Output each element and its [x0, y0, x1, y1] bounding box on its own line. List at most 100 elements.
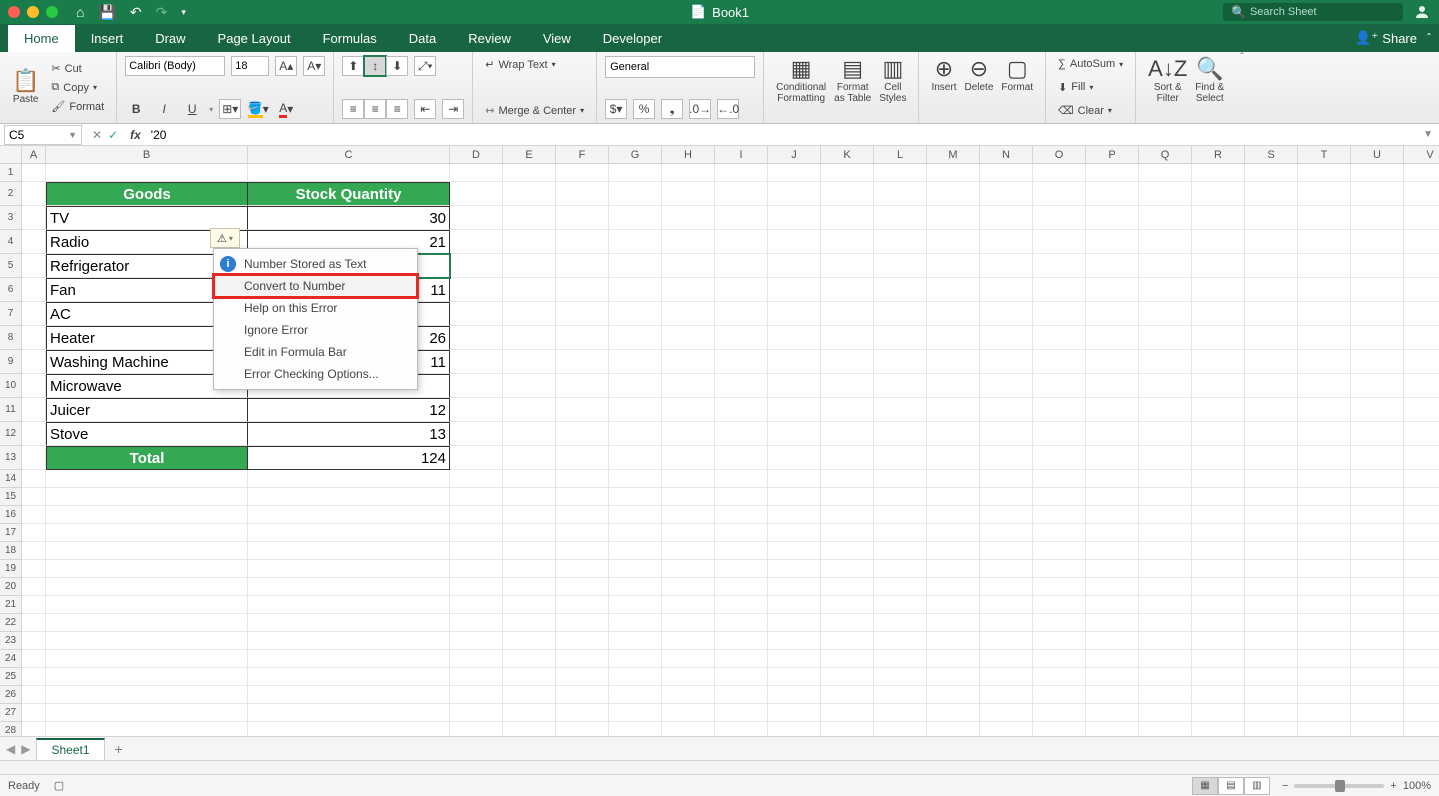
cell-T12[interactable] — [1298, 422, 1351, 446]
cell-C16[interactable] — [248, 506, 450, 524]
row-header-27[interactable]: 27 — [0, 704, 22, 722]
format-painter-button[interactable]: 🖌Format — [47, 98, 108, 115]
cell-B18[interactable] — [46, 542, 248, 560]
cell-D8[interactable] — [450, 326, 503, 350]
cell-O15[interactable] — [1033, 488, 1086, 506]
cell-J7[interactable] — [768, 302, 821, 326]
cell-B24[interactable] — [46, 650, 248, 668]
cell-V8[interactable] — [1404, 326, 1439, 350]
cell-G13[interactable] — [609, 446, 662, 470]
sheet-prev-icon[interactable]: ◀ — [6, 742, 15, 756]
cell-U15[interactable] — [1351, 488, 1404, 506]
cell-K25[interactable] — [821, 668, 874, 686]
cell-A4[interactable] — [22, 230, 46, 254]
col-header-M[interactable]: M — [927, 146, 980, 164]
cell-H15[interactable] — [662, 488, 715, 506]
cell-U22[interactable] — [1351, 614, 1404, 632]
cell-A1[interactable] — [22, 164, 46, 182]
cell-S4[interactable] — [1245, 230, 1298, 254]
cell-D3[interactable] — [450, 206, 503, 230]
select-all-corner[interactable] — [0, 146, 22, 164]
cell-V23[interactable] — [1404, 632, 1439, 650]
cell-M9[interactable] — [927, 350, 980, 374]
cell-D12[interactable] — [450, 422, 503, 446]
row-header-10[interactable]: 10 — [0, 374, 22, 398]
cell-C19[interactable] — [248, 560, 450, 578]
cell-L13[interactable] — [874, 446, 927, 470]
cell-E16[interactable] — [503, 506, 556, 524]
cell-O6[interactable] — [1033, 278, 1086, 302]
cell-T3[interactable] — [1298, 206, 1351, 230]
cell-H28[interactable] — [662, 722, 715, 736]
cell-O2[interactable] — [1033, 182, 1086, 206]
cell-R21[interactable] — [1192, 596, 1245, 614]
cell-R9[interactable] — [1192, 350, 1245, 374]
align-right-button[interactable]: ≡ — [386, 99, 408, 119]
cell-C12[interactable]: 13 — [248, 422, 450, 446]
confirm-formula-icon[interactable]: ✓ — [108, 128, 118, 142]
cell-M18[interactable] — [927, 542, 980, 560]
cell-M4[interactable] — [927, 230, 980, 254]
cell-R26[interactable] — [1192, 686, 1245, 704]
cell-S27[interactable] — [1245, 704, 1298, 722]
cell-A21[interactable] — [22, 596, 46, 614]
cell-K9[interactable] — [821, 350, 874, 374]
cell-I21[interactable] — [715, 596, 768, 614]
cell-L18[interactable] — [874, 542, 927, 560]
cell-S5[interactable] — [1245, 254, 1298, 278]
cell-C20[interactable] — [248, 578, 450, 596]
cell-G6[interactable] — [609, 278, 662, 302]
row-header-16[interactable]: 16 — [0, 506, 22, 524]
row-header-2[interactable]: 2 — [0, 182, 22, 206]
cell-C28[interactable] — [248, 722, 450, 736]
cell-N23[interactable] — [980, 632, 1033, 650]
col-header-R[interactable]: R — [1192, 146, 1245, 164]
cell-H22[interactable] — [662, 614, 715, 632]
cell-M8[interactable] — [927, 326, 980, 350]
cell-P24[interactable] — [1086, 650, 1139, 668]
cell-T14[interactable] — [1298, 470, 1351, 488]
cell-L6[interactable] — [874, 278, 927, 302]
cell-T13[interactable] — [1298, 446, 1351, 470]
cell-P11[interactable] — [1086, 398, 1139, 422]
cell-S2[interactable] — [1245, 182, 1298, 206]
cell-B17[interactable] — [46, 524, 248, 542]
error-indicator-button[interactable]: ⚠ — [210, 228, 240, 248]
cell-N18[interactable] — [980, 542, 1033, 560]
font-color-button[interactable]: A▾ — [275, 99, 297, 119]
cell-K3[interactable] — [821, 206, 874, 230]
col-header-V[interactable]: V — [1404, 146, 1439, 164]
cell-P27[interactable] — [1086, 704, 1139, 722]
cell-K8[interactable] — [821, 326, 874, 350]
zoom-in-button[interactable]: + — [1390, 780, 1396, 792]
cell-S11[interactable] — [1245, 398, 1298, 422]
cell-U6[interactable] — [1351, 278, 1404, 302]
col-header-Q[interactable]: Q — [1139, 146, 1192, 164]
cell-L1[interactable] — [874, 164, 927, 182]
cell-J2[interactable] — [768, 182, 821, 206]
cell-H14[interactable] — [662, 470, 715, 488]
cell-G11[interactable] — [609, 398, 662, 422]
cell-T21[interactable] — [1298, 596, 1351, 614]
cell-B3[interactable]: TV — [46, 206, 248, 230]
menu-error-checking-options[interactable]: Error Checking Options... — [214, 363, 417, 385]
cell-F18[interactable] — [556, 542, 609, 560]
cell-P12[interactable] — [1086, 422, 1139, 446]
cell-N8[interactable] — [980, 326, 1033, 350]
cell-N27[interactable] — [980, 704, 1033, 722]
cell-B26[interactable] — [46, 686, 248, 704]
cell-T27[interactable] — [1298, 704, 1351, 722]
cell-M17[interactable] — [927, 524, 980, 542]
cell-M12[interactable] — [927, 422, 980, 446]
cell-A2[interactable] — [22, 182, 46, 206]
cell-K21[interactable] — [821, 596, 874, 614]
cell-R18[interactable] — [1192, 542, 1245, 560]
cell-F5[interactable] — [556, 254, 609, 278]
maximize-window-button[interactable] — [46, 6, 58, 18]
cell-D13[interactable] — [450, 446, 503, 470]
formula-input[interactable] — [147, 127, 1417, 143]
cell-J12[interactable] — [768, 422, 821, 446]
cell-L7[interactable] — [874, 302, 927, 326]
cell-H1[interactable] — [662, 164, 715, 182]
cell-G24[interactable] — [609, 650, 662, 668]
